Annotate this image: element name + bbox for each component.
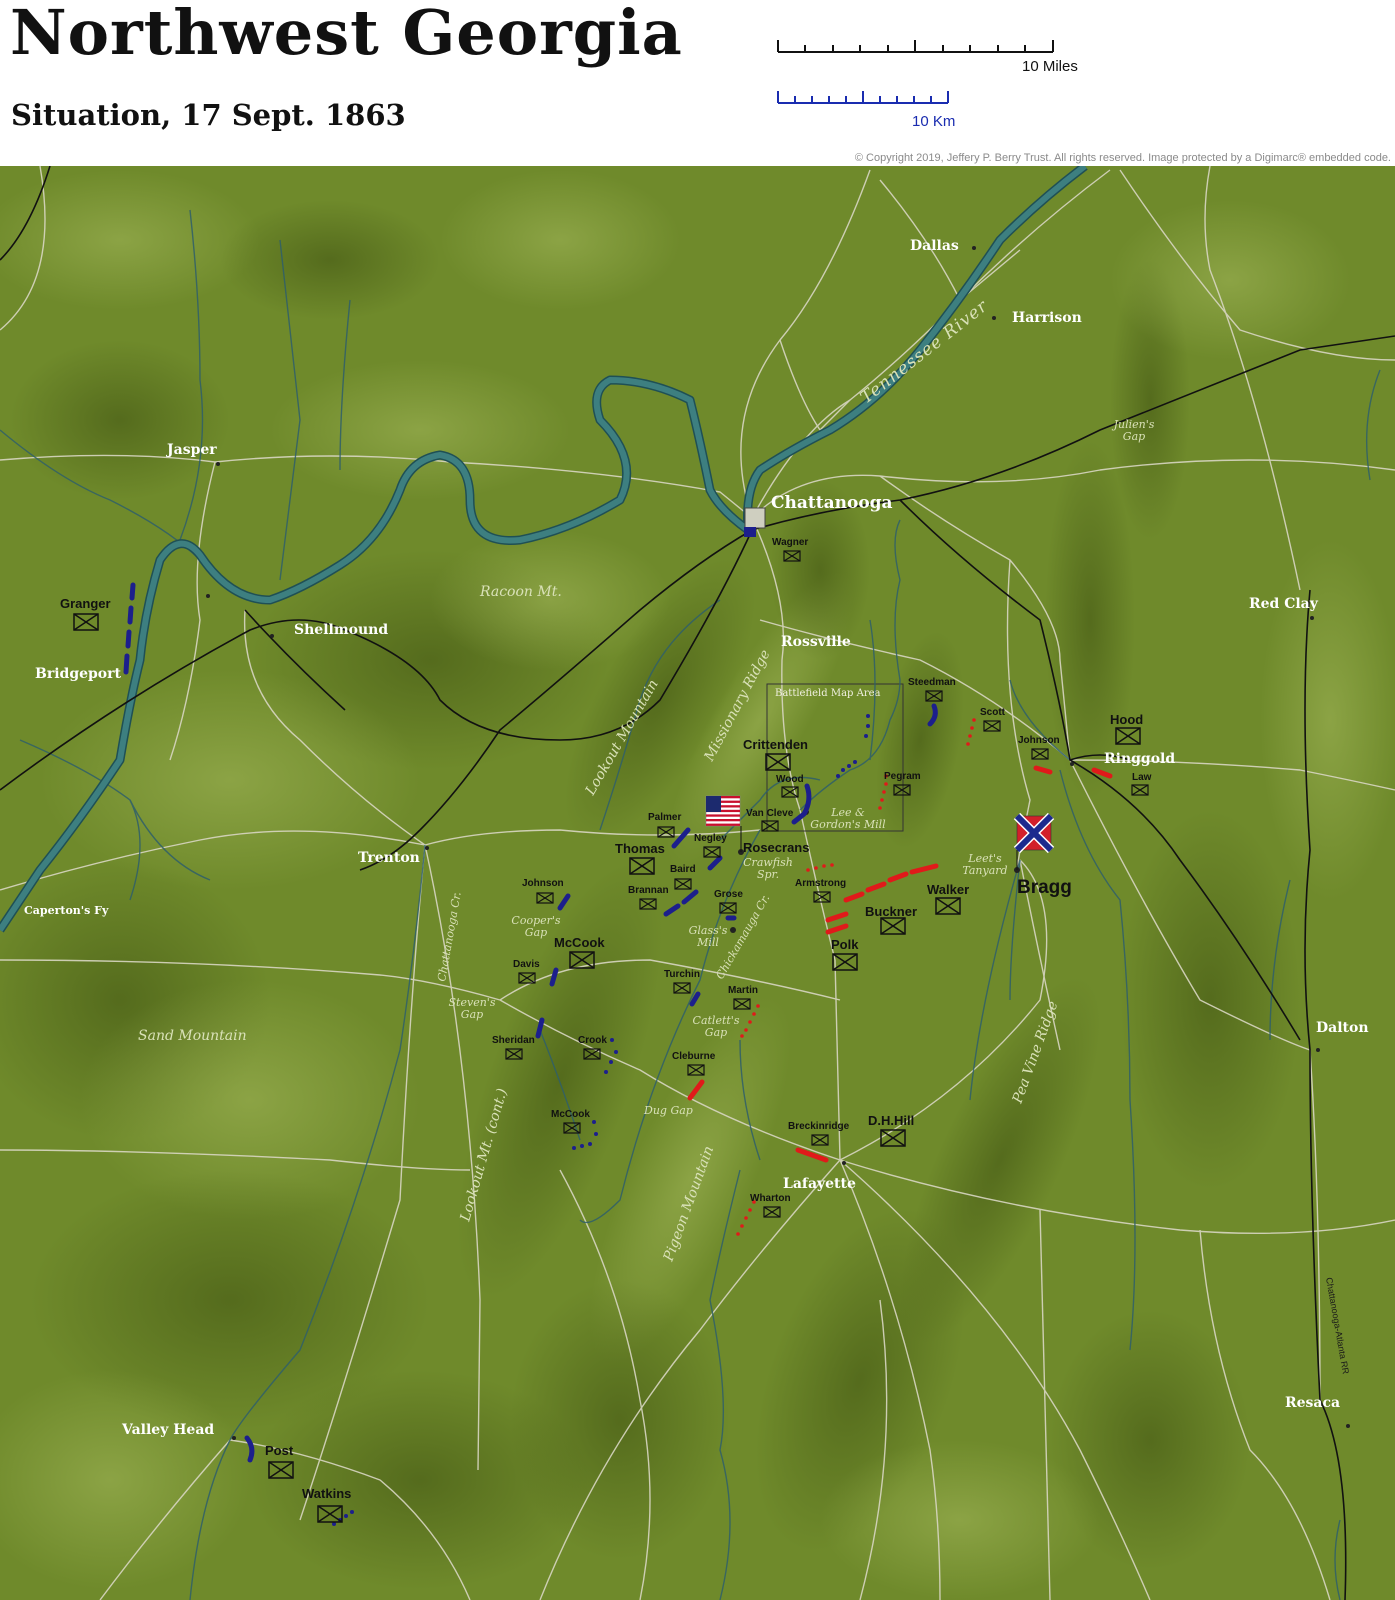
unit-johnson-union: Johnson (522, 878, 564, 889)
unit-palmer: Palmer (648, 812, 681, 823)
us-flag-icon (705, 795, 741, 827)
unit-buckner: Buckner (865, 904, 917, 919)
lafayette-label: Lafayette (783, 1176, 856, 1192)
jasper-label: Jasper (165, 442, 217, 458)
unit-sheridan: Sheridan (492, 1035, 535, 1046)
unit-crittenden: Crittenden (743, 737, 808, 752)
dallas-label: Dallas (910, 238, 959, 254)
unit-brannan: Brannan (628, 885, 669, 896)
chattanooga-label: Chattanooga (771, 493, 893, 513)
shellmound-label: Shellmound (294, 622, 388, 638)
unit-law: Law (1132, 772, 1152, 783)
scale-bar-km (777, 91, 949, 104)
unit-hood: Hood (1110, 712, 1143, 727)
resaca-label: Resaca (1285, 1395, 1340, 1411)
red-clay-label: Red Clay (1249, 596, 1319, 612)
scale-km-label: 10 Km (912, 113, 956, 130)
unit-armstrong: Armstrong (795, 878, 846, 889)
unit-baird: Baird (670, 864, 696, 875)
unit-scott: Scott (980, 707, 1006, 718)
unit-negley: Negley (694, 833, 727, 844)
lees-tanyard-label: Leet's Tanyard (962, 852, 1007, 877)
map-header: Northwest Georgia Situation, 17 Sept. 18… (0, 0, 1395, 166)
valley-head-label: Valley Head (121, 1422, 214, 1438)
unit-mccook: McCook (554, 935, 605, 950)
map-area: Battlefield Map Area Tennessee River Rac… (0, 166, 1395, 1600)
unit-polk: Polk (831, 937, 859, 952)
racoon-mt-label: Racoon Mt. (479, 584, 562, 600)
confederate-flag-icon (1013, 812, 1055, 854)
scale-miles-label: 10 Miles (1022, 58, 1078, 75)
battlefield-box-label: Battlefield Map Area (775, 688, 881, 699)
unit-grose: Grose (714, 889, 743, 900)
dalton-label: Dalton (1316, 1020, 1369, 1036)
unit-cleburne: Cleburne (672, 1051, 716, 1062)
unit-mccook-cav: McCook (551, 1109, 590, 1120)
harrison-label: Harrison (1012, 310, 1082, 326)
copyright-notice: © Copyright 2019, Jeffery P. Berry Trust… (854, 152, 1391, 164)
scale-bar-miles (777, 40, 1054, 53)
capertons-fy-label: Caperton's Fy (24, 904, 109, 917)
unit-watkins: Watkins (302, 1486, 351, 1501)
unit-granger: Granger (60, 596, 111, 611)
unit-wharton: Wharton (750, 1193, 791, 1204)
scale-bars (777, 40, 1054, 104)
unit-van-cleve: Van Cleve (746, 808, 794, 819)
unit-steedman: Steedman (908, 677, 956, 688)
unit-wagner: Wagner (772, 537, 808, 548)
unit-walker: Walker (927, 882, 969, 897)
terrain-map: Battlefield Map Area Tennessee River Rac… (0, 166, 1395, 1600)
unit-crook: Crook (578, 1035, 607, 1046)
sand-mountain-label: Sand Mountain (138, 1028, 247, 1044)
rossville-label: Rossville (781, 634, 851, 650)
unit-rosecrans: Rosecrans (743, 840, 809, 855)
unit-davis: Davis (513, 959, 540, 970)
unit-turchin: Turchin (664, 969, 700, 980)
unit-martin: Martin (728, 985, 758, 996)
dug-gap-label: Dug Gap (643, 1104, 693, 1117)
unit-wood: Wood (776, 774, 804, 785)
bridgeport-label: Bridgeport (35, 666, 122, 682)
unit-thomas: Thomas (615, 841, 665, 856)
unit-pegram: Pegram (884, 771, 921, 782)
trenton-label: Trenton (358, 850, 420, 866)
unit-bragg: Bragg (1017, 877, 1072, 898)
unit-dh-hill: D.H.Hill (868, 1113, 914, 1128)
ringgold-label: Ringgold (1104, 751, 1175, 767)
unit-post: Post (265, 1443, 294, 1458)
unit-breckinridge: Breckinridge (788, 1121, 850, 1132)
unit-johnson-confederate: Johnson (1018, 735, 1060, 746)
